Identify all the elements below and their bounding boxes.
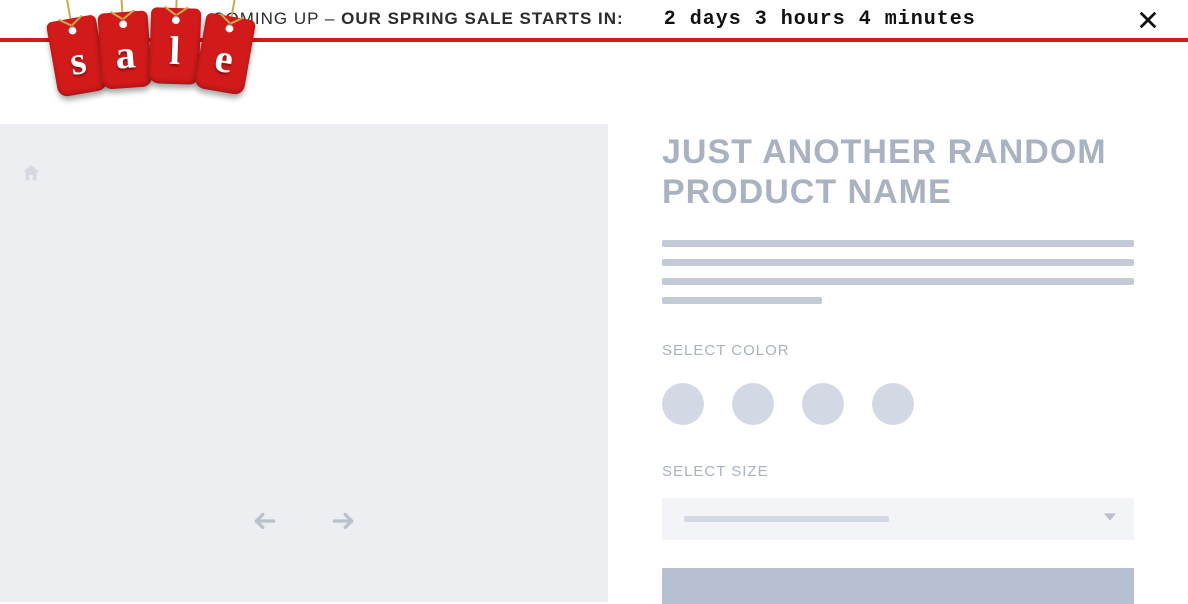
- product-title: JUST ANOTHER RANDOM PRODUCT NAME: [662, 132, 1134, 212]
- color-swatch[interactable]: [802, 383, 844, 425]
- color-swatch-group: [662, 383, 1134, 425]
- size-field-label: SELECT SIZE: [662, 463, 1134, 480]
- home-breadcrumb-link[interactable]: [20, 162, 42, 184]
- color-field-label: SELECT COLOR: [662, 342, 1134, 359]
- size-select-dropdown[interactable]: [662, 498, 1134, 540]
- gallery-next-button[interactable]: [330, 508, 356, 534]
- product-gallery: [0, 124, 608, 602]
- countdown-timer: 2 days 3 hours 4 minutes: [664, 8, 976, 31]
- announcement-text: COMING UP – OUR SPRING SALE STARTS IN:: [212, 9, 623, 29]
- announcement-bar: COMING UP – OUR SPRING SALE STARTS IN: 2…: [0, 0, 1188, 42]
- arrow-left-icon: [252, 508, 278, 534]
- gallery-prev-button[interactable]: [252, 508, 278, 534]
- color-swatch[interactable]: [872, 383, 914, 425]
- placeholder-line: [684, 516, 889, 522]
- placeholder-line: [662, 297, 822, 304]
- color-swatch[interactable]: [732, 383, 774, 425]
- announcement-prefix: COMING UP –: [212, 9, 341, 28]
- close-announcement-button[interactable]: [1134, 6, 1162, 34]
- close-icon: [1137, 9, 1159, 31]
- arrow-right-icon: [330, 508, 356, 534]
- chevron-down-icon: [1104, 510, 1116, 528]
- placeholder-line: [662, 259, 1134, 266]
- announcement-headline: OUR SPRING SALE STARTS IN:: [341, 9, 624, 28]
- add-to-cart-button[interactable]: [662, 568, 1134, 604]
- home-icon: [20, 162, 42, 184]
- placeholder-line: [662, 240, 1134, 247]
- color-swatch[interactable]: [662, 383, 704, 425]
- product-details: JUST ANOTHER RANDOM PRODUCT NAME SELECT …: [608, 124, 1188, 604]
- placeholder-line: [662, 278, 1134, 285]
- product-description-placeholder: [662, 240, 1134, 304]
